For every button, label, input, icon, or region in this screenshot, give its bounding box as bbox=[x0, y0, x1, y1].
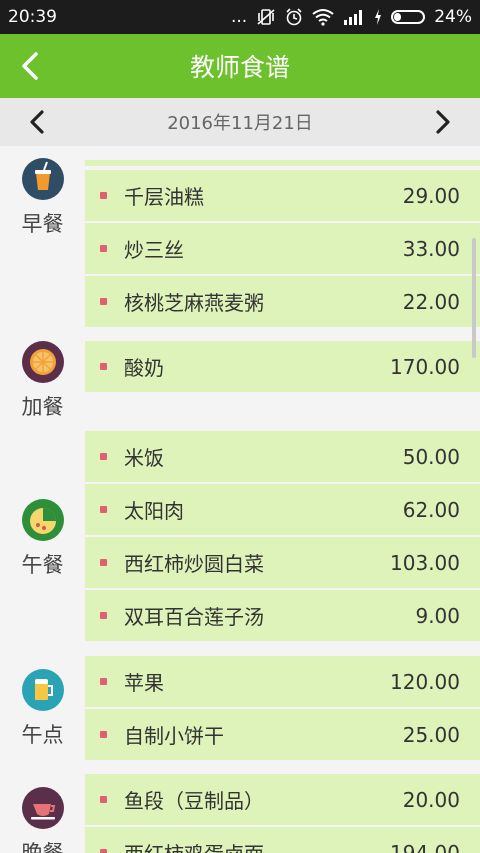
coffee-cup-icon bbox=[21, 787, 64, 829]
bullet bbox=[100, 559, 107, 566]
menu-row[interactable]: 千层油糕 29.00 bbox=[85, 170, 480, 221]
dish-name: 自制小饼干 bbox=[124, 724, 224, 748]
beer-mug-icon bbox=[21, 669, 64, 711]
bullet bbox=[100, 298, 107, 305]
bullet bbox=[100, 192, 107, 199]
menu-row[interactable]: 米饭 50.00 bbox=[85, 431, 480, 482]
dish-name: 双耳百合莲子汤 bbox=[124, 605, 264, 629]
dish-value: 194.00 bbox=[390, 840, 460, 853]
bullet bbox=[100, 245, 107, 252]
page-title: 教师食谱 bbox=[189, 53, 290, 82]
menu-row[interactable]: 鱼段（豆制品） 20.00 bbox=[85, 774, 480, 825]
dish-name: 核桃芝麻燕麦粥 bbox=[124, 291, 264, 315]
dish-value: 33.00 bbox=[402, 236, 460, 261]
menu-row[interactable]: 西红柿鸡蛋卤面194.00 bbox=[85, 827, 480, 853]
menu-row[interactable]: 核桃芝麻燕麦粥 22.00 bbox=[85, 276, 480, 327]
dish-value: 120.00 bbox=[390, 669, 460, 694]
dish-value: 50.00 bbox=[402, 444, 460, 469]
meal-label: 早餐 bbox=[21, 212, 64, 236]
dish-name: 米饭 bbox=[124, 446, 164, 470]
meal-label: 午点 bbox=[21, 723, 64, 747]
back-arrow-icon[interactable] bbox=[14, 48, 50, 84]
drink-cup-icon bbox=[21, 158, 64, 200]
meal-label: 加餐 bbox=[21, 395, 64, 419]
dish-value: 62.00 bbox=[402, 497, 460, 522]
meal-breakfast: 早餐 bbox=[0, 158, 85, 238]
vibrate-icon bbox=[257, 9, 275, 25]
wifi-icon bbox=[312, 9, 334, 26]
meal-label: 晚餐 bbox=[21, 841, 64, 853]
date-navigator: 2016年11月21日 bbox=[0, 98, 480, 146]
bullet bbox=[100, 796, 107, 803]
dish-value: 22.00 bbox=[402, 289, 460, 314]
alarm-icon bbox=[286, 8, 302, 26]
meal-afternoon-snack: 午点 bbox=[0, 669, 85, 749]
dish-name: 西红柿炒圆白菜 bbox=[124, 552, 264, 576]
meal-label: 午餐 bbox=[21, 553, 64, 577]
menu-row[interactable]: 炒三丝 33.00 bbox=[85, 223, 480, 274]
orange-slice-icon bbox=[21, 341, 64, 383]
pizza-icon bbox=[21, 499, 64, 541]
dish-name: 炒三丝 bbox=[124, 238, 184, 262]
dish-value: 20.00 bbox=[402, 787, 460, 812]
title-bar: 教师食谱 bbox=[0, 34, 480, 98]
menu-row[interactable]: 苹果 120.00 bbox=[85, 656, 480, 707]
dish-value: 25.00 bbox=[402, 722, 460, 747]
menu-row[interactable]: 自制小饼干 25.00 bbox=[85, 709, 480, 760]
status-time: 20:39 bbox=[8, 7, 57, 27]
status-bar: 20:39 ... 24% bbox=[0, 0, 480, 34]
battery-icon bbox=[391, 10, 426, 24]
dish-value: 29.00 bbox=[402, 183, 460, 208]
previous-day-icon[interactable] bbox=[22, 106, 54, 138]
bullet bbox=[100, 506, 107, 513]
next-day-icon[interactable] bbox=[426, 106, 458, 138]
dish-name: 酸奶 bbox=[124, 356, 164, 380]
dish-value: 9.00 bbox=[415, 603, 460, 628]
signal-icon bbox=[344, 10, 363, 25]
menu-row[interactable]: 双耳百合莲子汤 9.00 bbox=[85, 590, 480, 641]
bullet bbox=[100, 363, 107, 370]
bullet bbox=[100, 731, 107, 738]
dish-name: 鱼段（豆制品） bbox=[124, 789, 264, 813]
bullet bbox=[100, 678, 107, 685]
meal-snack: 加餐 bbox=[0, 341, 85, 421]
dish-name: 西红柿鸡蛋卤面 bbox=[124, 838, 390, 853]
meal-dinner: 晚餐 bbox=[0, 787, 85, 853]
dish-value: 103.00 bbox=[390, 550, 460, 575]
row-strip bbox=[85, 160, 480, 166]
meal-list[interactable]: 早餐 千层油糕 29.00 炒三丝 33.00 核桃芝麻燕麦粥 22.00 加餐 酸奶… bbox=[0, 146, 480, 853]
bullet bbox=[100, 453, 107, 460]
dish-value: 170.00 bbox=[390, 354, 460, 379]
dish-name: 太阳肉 bbox=[124, 499, 184, 523]
dish-name: 千层油糕 bbox=[124, 185, 204, 209]
dish-name: 苹果 bbox=[124, 671, 164, 695]
menu-row[interactable]: 西红柿炒圆白菜 103.00 bbox=[85, 537, 480, 588]
menu-row[interactable]: 酸奶 170.00 bbox=[85, 341, 480, 392]
notification-dots: ... bbox=[230, 7, 248, 27]
meal-lunch: 午餐 bbox=[0, 499, 85, 579]
charging-icon bbox=[375, 9, 382, 25]
battery-percent: 24% bbox=[434, 7, 472, 27]
bullet bbox=[100, 849, 107, 853]
current-date: 2016年11月21日 bbox=[167, 113, 313, 134]
bullet bbox=[100, 612, 107, 619]
scrollbar-thumb[interactable] bbox=[472, 238, 476, 358]
menu-row[interactable]: 太阳肉 62.00 bbox=[85, 484, 480, 535]
